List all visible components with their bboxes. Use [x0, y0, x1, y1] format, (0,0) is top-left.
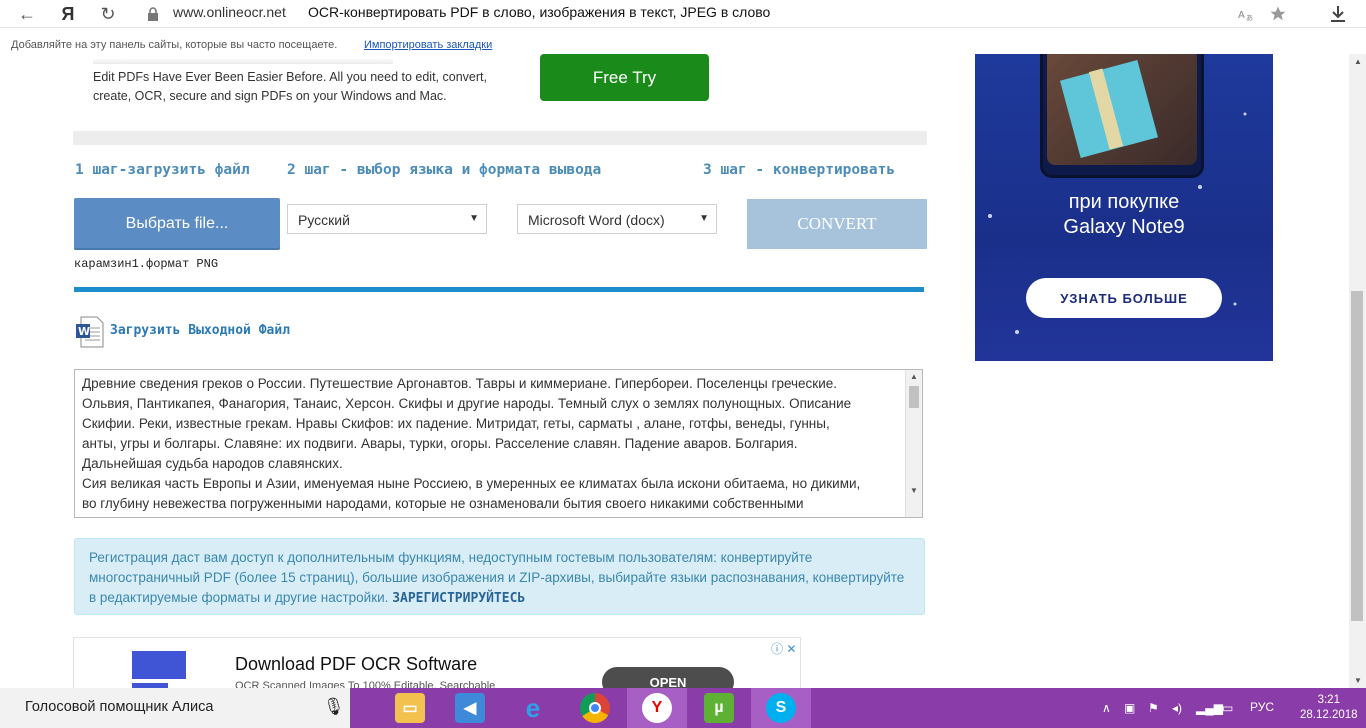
svg-text:W: W [78, 325, 90, 338]
clock-date: 28.12.2018 [1300, 709, 1358, 721]
progress-line [74, 287, 924, 292]
utorrent-icon: µ [704, 693, 734, 723]
page-title[interactable]: OCR-конвертировать PDF в слово, изображе… [308, 4, 770, 20]
flag-icon[interactable]: ⚑ [1148, 701, 1159, 715]
svg-text:A: A [1238, 10, 1245, 21]
svg-text:あ: あ [1246, 14, 1253, 21]
learn-more-button[interactable]: УЗНАТЬ БОЛЬШЕ [1026, 278, 1222, 318]
clock-time: 3:21 [1317, 694, 1340, 706]
lock-icon[interactable] [140, 2, 166, 26]
scroll-down-arrow-icon[interactable]: ▼ [1354, 676, 1362, 685]
translate-icon[interactable]: Aあ [1233, 2, 1259, 26]
download-output-link[interactable]: Загрузить Выходной Файл [110, 323, 290, 338]
promo-heading-cut [93, 54, 393, 64]
chevron-up-icon[interactable]: ∧ [1102, 701, 1111, 715]
download-icon[interactable] [1325, 2, 1351, 26]
ad-promo-line2: Galaxy Note9 [1063, 216, 1185, 238]
battery-icon[interactable]: ▭ [1222, 701, 1233, 715]
register-link[interactable]: ЗАРЕГИСТРИРУЙТЕСЬ [392, 591, 525, 606]
output-text: Древние сведения греков о России. Путеше… [82, 376, 861, 511]
scroll-up-arrow-icon[interactable]: ▲ [910, 372, 918, 381]
chevron-down-icon: ▼ [699, 213, 709, 224]
windows-taskbar: Голосовой помощник Алиса 🎙 ▭ ◀ e Y µ S ∧… [0, 688, 1366, 728]
folder-icon: ▭ [395, 693, 425, 723]
choose-file-button[interactable]: Выбрать file... [74, 198, 280, 250]
back-arrow-icon[interactable]: ← [14, 2, 40, 26]
chrome-icon [580, 693, 610, 723]
internet-explorer-icon: e [525, 692, 541, 723]
bookmarks-bar: Добавляйте на эту панель сайты, которые … [0, 34, 1366, 54]
network-icon[interactable]: ▣ [1124, 701, 1135, 715]
microphone-icon[interactable]: 🎙 [323, 697, 345, 717]
reload-icon[interactable]: ↻ [95, 2, 121, 26]
utorrent-app[interactable]: µ [689, 688, 749, 728]
clock[interactable]: 3:21 28.12.2018 [1300, 693, 1358, 723]
yandex-logo-icon[interactable]: Я [55, 2, 81, 26]
step2-label: 2 шаг - выбор языка и формата вывода [287, 162, 602, 178]
yandex-app[interactable]: Y [627, 688, 687, 728]
ad-title[interactable]: Download PDF OCR Software [235, 654, 477, 675]
phone-screen [1047, 54, 1197, 165]
scroll-up-arrow-icon[interactable]: ▲ [1354, 57, 1362, 66]
section-divider [73, 131, 927, 145]
import-bookmarks-link[interactable]: Импортировать закладки [364, 39, 492, 51]
step1-label: 1 шаг-загрузить файл [75, 162, 250, 178]
ad-promo-text: при покупке Galaxy Note9 [975, 190, 1273, 240]
language-select-value: Русский [298, 212, 350, 228]
format-select[interactable]: Microsoft Word (docx) ▼ [517, 204, 717, 234]
promo-text: Edit PDFs Have Ever Been Easier Before. … [93, 70, 487, 103]
word-document-icon[interactable]: W [75, 316, 104, 348]
format-select-value: Microsoft Word (docx) [528, 212, 665, 228]
url-domain[interactable]: www.onlineocr.net [173, 4, 286, 20]
ad-open-button[interactable]: OPEN [602, 667, 734, 689]
convert-button[interactable]: CONVERT [747, 199, 927, 249]
chrome-app[interactable] [565, 688, 625, 728]
samsung-ad-banner[interactable]: при покупке Galaxy Note9 УЗНАТЬ БОЛЬШЕ [975, 54, 1273, 361]
free-try-button[interactable]: Free Try [540, 54, 709, 101]
ie-app[interactable]: e [503, 688, 563, 728]
search-placeholder: Голосовой помощник Алиса [25, 699, 214, 715]
skype-app[interactable]: S [751, 688, 811, 728]
ad-choices-icon[interactable]: ⓘ ✕ [771, 640, 796, 657]
star-bookmark-icon[interactable] [1265, 2, 1291, 26]
step3-label: 3 шаг - конвертировать [703, 162, 896, 178]
textarea-scrollbar[interactable]: ▲ ▼ [905, 370, 922, 517]
file-explorer-app[interactable]: ▭ [380, 688, 440, 728]
speaker-app-icon: ◀ [455, 693, 485, 723]
scroll-thumb[interactable] [909, 386, 919, 408]
skype-icon: S [766, 693, 796, 723]
language-indicator[interactable]: РУС [1250, 700, 1274, 714]
chevron-down-icon: ▼ [469, 213, 479, 224]
selected-filename: карамзин1.формат PNG [74, 257, 219, 271]
bottom-ad[interactable]: Download PDF OCR Software OCR Scanned Im… [73, 637, 801, 690]
bookmarks-hint: Добавляйте на эту панель сайты, которые … [11, 39, 338, 51]
page-scrollbar[interactable]: ▲ ▼ [1349, 54, 1366, 688]
page-scroll-thumb[interactable] [1351, 291, 1363, 621]
volume-icon[interactable]: ◂) [1172, 701, 1182, 715]
signal-icon[interactable]: ▂▄▆ [1196, 701, 1223, 715]
media-app[interactable]: ◀ [440, 688, 500, 728]
phone-image [1040, 54, 1204, 178]
language-select[interactable]: Русский ▼ [287, 204, 487, 234]
output-textarea[interactable]: Древние сведения греков о России. Путеше… [74, 369, 923, 518]
ad-logo-icon [132, 651, 186, 679]
taskbar-search[interactable]: Голосовой помощник Алиса 🎙 [0, 688, 350, 728]
ad-promo-line1: при покупке [1068, 191, 1180, 213]
registration-info-box: Регистрация даст вам доступ к дополнител… [74, 538, 925, 615]
browser-toolbar: ← Я ↻ www.onlineocr.net OCR-конвертирова… [0, 0, 1366, 28]
yandex-browser-icon: Y [642, 693, 672, 723]
scroll-down-arrow-icon[interactable]: ▼ [910, 486, 918, 495]
